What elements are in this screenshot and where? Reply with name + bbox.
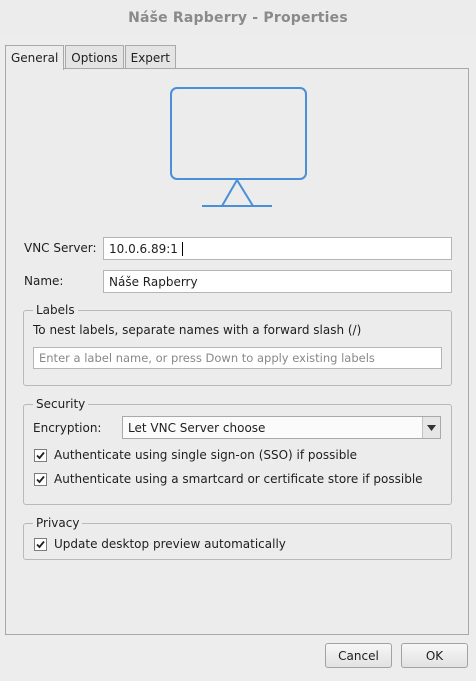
encryption-label: Encryption: — [33, 421, 102, 435]
title-bar: Náše Rapberry - Properties — [0, 0, 476, 36]
labels-legend: Labels — [33, 303, 78, 317]
preview-checkbox[interactable] — [34, 537, 47, 551]
name-input[interactable]: Náše Rapberry — [103, 270, 452, 293]
label-input[interactable]: Enter a label name, or press Down to app… — [33, 347, 442, 369]
sso-checkbox-row[interactable]: Authenticate using single sign-on (SSO) … — [34, 448, 357, 462]
vnc-server-value: 10.0.6.89:1 — [109, 241, 178, 256]
tab-bar: General Options Expert — [5, 45, 177, 70]
vnc-server-input[interactable]: 10.0.6.89:1 — [103, 237, 452, 260]
tab-general[interactable]: General — [5, 45, 65, 70]
label-input-placeholder: Enter a label name, or press Down to app… — [39, 351, 375, 365]
smartcard-checkbox[interactable] — [34, 472, 47, 486]
labels-hint: To nest labels, separate names with a fo… — [33, 323, 362, 337]
security-legend: Security — [33, 397, 89, 411]
labels-group: Labels To nest labels, separate names wi… — [23, 303, 452, 386]
preview-checkbox-row[interactable]: Update desktop preview automatically — [34, 537, 286, 551]
window-title: Náše Rapberry - Properties — [128, 10, 348, 26]
general-panel: VNC Server: 10.0.6.89:1 Name: Náše Rapbe… — [5, 68, 469, 635]
checkmark-icon — [36, 540, 45, 548]
encryption-select[interactable]: Let VNC Server choose — [122, 416, 441, 439]
preview-label: Update desktop preview automatically — [54, 537, 286, 551]
checkmark-icon — [36, 475, 45, 483]
ok-button[interactable]: OK — [401, 643, 468, 668]
monitor-icon — [170, 87, 307, 207]
privacy-group: Privacy Update desktop preview automatic… — [23, 516, 452, 560]
name-value: Náše Rapberry — [109, 274, 198, 289]
tab-expert[interactable]: Expert — [124, 45, 176, 69]
chevron-down-icon[interactable] — [422, 417, 440, 438]
smartcard-label: Authenticate using a smartcard or certif… — [54, 472, 423, 486]
sso-checkbox[interactable] — [34, 448, 47, 462]
security-group: Security Encryption: Let VNC Server choo… — [23, 397, 452, 505]
checkmark-icon — [36, 451, 45, 459]
vnc-server-label: VNC Server: — [24, 241, 97, 255]
cancel-button[interactable]: Cancel — [325, 643, 392, 668]
text-caret — [181, 241, 183, 256]
sso-label: Authenticate using single sign-on (SSO) … — [54, 448, 358, 462]
tab-options[interactable]: Options — [65, 45, 124, 69]
smartcard-checkbox-row[interactable]: Authenticate using a smartcard or certif… — [34, 472, 423, 486]
privacy-legend: Privacy — [33, 516, 83, 530]
name-label: Name: — [24, 274, 64, 288]
encryption-value: Let VNC Server choose — [128, 420, 266, 435]
